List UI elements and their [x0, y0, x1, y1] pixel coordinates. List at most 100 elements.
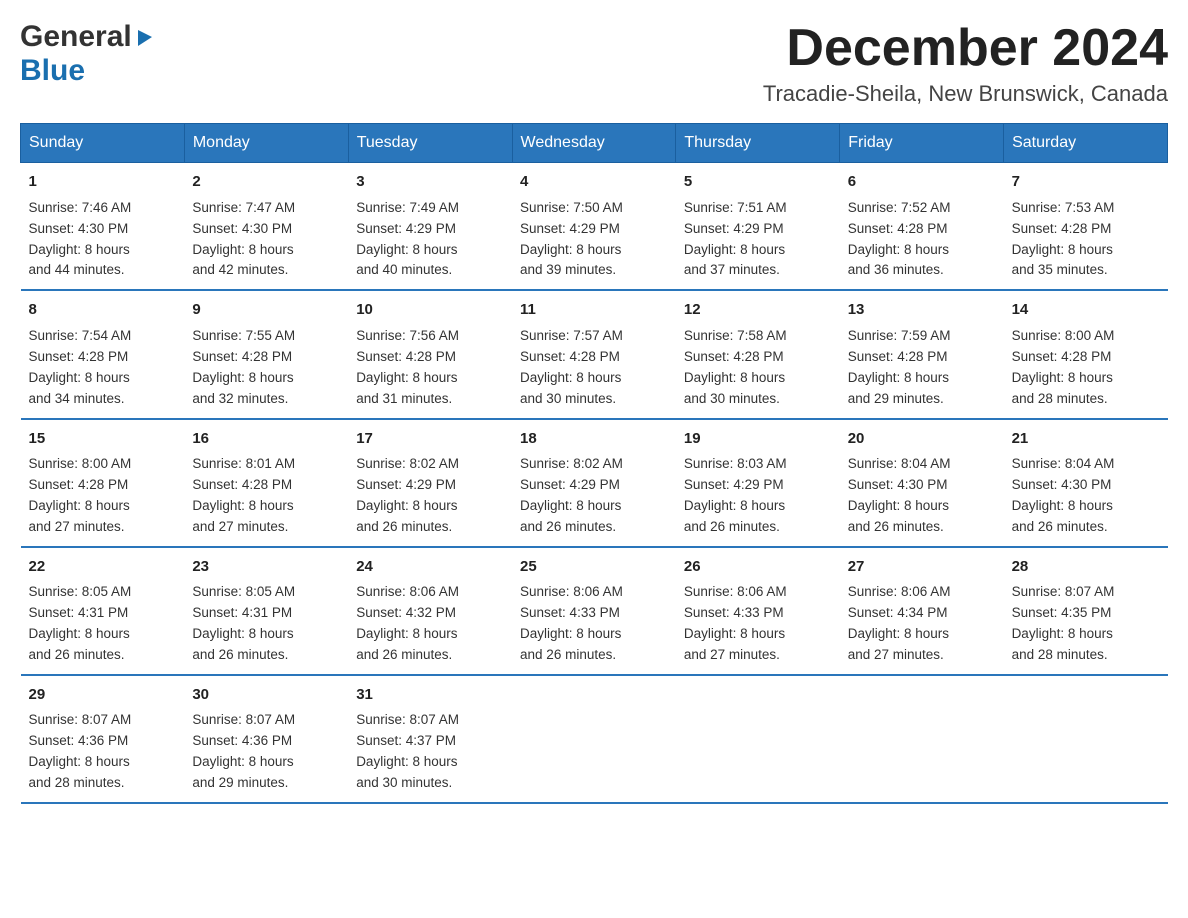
col-monday: Monday	[184, 124, 348, 163]
col-thursday: Thursday	[676, 124, 840, 163]
day-number: 10	[356, 299, 504, 322]
table-row: 26 Sunrise: 8:06 AMSunset: 4:33 PMDaylig…	[676, 547, 840, 675]
location-title: Tracadie-Sheila, New Brunswick, Canada	[763, 81, 1168, 107]
day-info: Sunrise: 7:57 AMSunset: 4:28 PMDaylight:…	[520, 328, 623, 406]
calendar-week-row: 15 Sunrise: 8:00 AMSunset: 4:28 PMDaylig…	[21, 419, 1168, 547]
table-row: 22 Sunrise: 8:05 AMSunset: 4:31 PMDaylig…	[21, 547, 185, 675]
day-info: Sunrise: 7:53 AMSunset: 4:28 PMDaylight:…	[1012, 200, 1115, 278]
logo-triangle-icon	[134, 26, 156, 53]
table-row: 6 Sunrise: 7:52 AMSunset: 4:28 PMDayligh…	[840, 163, 1004, 291]
day-number: 31	[356, 684, 504, 707]
day-info: Sunrise: 7:55 AMSunset: 4:28 PMDaylight:…	[192, 328, 295, 406]
day-info: Sunrise: 8:07 AMSunset: 4:36 PMDaylight:…	[192, 712, 295, 790]
table-row: 25 Sunrise: 8:06 AMSunset: 4:33 PMDaylig…	[512, 547, 676, 675]
day-info: Sunrise: 7:56 AMSunset: 4:28 PMDaylight:…	[356, 328, 459, 406]
day-info: Sunrise: 8:06 AMSunset: 4:33 PMDaylight:…	[520, 584, 623, 662]
table-row: 9 Sunrise: 7:55 AMSunset: 4:28 PMDayligh…	[184, 290, 348, 418]
table-row	[840, 675, 1004, 803]
day-info: Sunrise: 8:06 AMSunset: 4:32 PMDaylight:…	[356, 584, 459, 662]
table-row: 5 Sunrise: 7:51 AMSunset: 4:29 PMDayligh…	[676, 163, 840, 291]
day-info: Sunrise: 8:03 AMSunset: 4:29 PMDaylight:…	[684, 456, 787, 534]
col-tuesday: Tuesday	[348, 124, 512, 163]
table-row: 31 Sunrise: 8:07 AMSunset: 4:37 PMDaylig…	[348, 675, 512, 803]
day-info: Sunrise: 7:54 AMSunset: 4:28 PMDaylight:…	[29, 328, 132, 406]
day-number: 15	[29, 428, 177, 451]
logo-blue-text: Blue	[20, 54, 85, 88]
table-row: 13 Sunrise: 7:59 AMSunset: 4:28 PMDaylig…	[840, 290, 1004, 418]
table-row: 23 Sunrise: 8:05 AMSunset: 4:31 PMDaylig…	[184, 547, 348, 675]
day-number: 30	[192, 684, 340, 707]
day-info: Sunrise: 8:02 AMSunset: 4:29 PMDaylight:…	[356, 456, 459, 534]
day-number: 12	[684, 299, 832, 322]
day-info: Sunrise: 7:51 AMSunset: 4:29 PMDaylight:…	[684, 200, 787, 278]
day-info: Sunrise: 8:05 AMSunset: 4:31 PMDaylight:…	[192, 584, 295, 662]
calendar-week-row: 1 Sunrise: 7:46 AMSunset: 4:30 PMDayligh…	[21, 163, 1168, 291]
day-number: 23	[192, 556, 340, 579]
day-number: 6	[848, 171, 996, 194]
calendar-header-row: Sunday Monday Tuesday Wednesday Thursday…	[21, 124, 1168, 163]
day-info: Sunrise: 7:58 AMSunset: 4:28 PMDaylight:…	[684, 328, 787, 406]
day-number: 9	[192, 299, 340, 322]
day-number: 16	[192, 428, 340, 451]
logo-general-text: General	[20, 20, 132, 54]
table-row: 15 Sunrise: 8:00 AMSunset: 4:28 PMDaylig…	[21, 419, 185, 547]
day-number: 2	[192, 171, 340, 194]
day-number: 11	[520, 299, 668, 322]
day-info: Sunrise: 8:07 AMSunset: 4:37 PMDaylight:…	[356, 712, 459, 790]
table-row: 12 Sunrise: 7:58 AMSunset: 4:28 PMDaylig…	[676, 290, 840, 418]
table-row: 4 Sunrise: 7:50 AMSunset: 4:29 PMDayligh…	[512, 163, 676, 291]
table-row	[1004, 675, 1168, 803]
table-row: 20 Sunrise: 8:04 AMSunset: 4:30 PMDaylig…	[840, 419, 1004, 547]
day-number: 29	[29, 684, 177, 707]
day-number: 3	[356, 171, 504, 194]
day-number: 1	[29, 171, 177, 194]
table-row: 28 Sunrise: 8:07 AMSunset: 4:35 PMDaylig…	[1004, 547, 1168, 675]
table-row: 29 Sunrise: 8:07 AMSunset: 4:36 PMDaylig…	[21, 675, 185, 803]
table-row: 3 Sunrise: 7:49 AMSunset: 4:29 PMDayligh…	[348, 163, 512, 291]
day-info: Sunrise: 8:02 AMSunset: 4:29 PMDaylight:…	[520, 456, 623, 534]
day-info: Sunrise: 7:50 AMSunset: 4:29 PMDaylight:…	[520, 200, 623, 278]
day-info: Sunrise: 7:47 AMSunset: 4:30 PMDaylight:…	[192, 200, 295, 278]
calendar-week-row: 22 Sunrise: 8:05 AMSunset: 4:31 PMDaylig…	[21, 547, 1168, 675]
day-number: 13	[848, 299, 996, 322]
page-header: General Blue December 2024 Tracadie-Shei…	[20, 20, 1168, 107]
day-info: Sunrise: 8:01 AMSunset: 4:28 PMDaylight:…	[192, 456, 295, 534]
table-row: 1 Sunrise: 7:46 AMSunset: 4:30 PMDayligh…	[21, 163, 185, 291]
table-row: 24 Sunrise: 8:06 AMSunset: 4:32 PMDaylig…	[348, 547, 512, 675]
logo: General Blue	[20, 20, 156, 88]
table-row	[512, 675, 676, 803]
table-row: 16 Sunrise: 8:01 AMSunset: 4:28 PMDaylig…	[184, 419, 348, 547]
day-info: Sunrise: 8:06 AMSunset: 4:33 PMDaylight:…	[684, 584, 787, 662]
table-row: 7 Sunrise: 7:53 AMSunset: 4:28 PMDayligh…	[1004, 163, 1168, 291]
col-wednesday: Wednesday	[512, 124, 676, 163]
day-info: Sunrise: 8:06 AMSunset: 4:34 PMDaylight:…	[848, 584, 951, 662]
month-title: December 2024	[763, 20, 1168, 77]
table-row: 2 Sunrise: 7:47 AMSunset: 4:30 PMDayligh…	[184, 163, 348, 291]
day-info: Sunrise: 7:46 AMSunset: 4:30 PMDaylight:…	[29, 200, 132, 278]
col-friday: Friday	[840, 124, 1004, 163]
day-number: 27	[848, 556, 996, 579]
day-info: Sunrise: 8:00 AMSunset: 4:28 PMDaylight:…	[29, 456, 132, 534]
day-number: 22	[29, 556, 177, 579]
table-row: 30 Sunrise: 8:07 AMSunset: 4:36 PMDaylig…	[184, 675, 348, 803]
day-number: 24	[356, 556, 504, 579]
day-info: Sunrise: 7:52 AMSunset: 4:28 PMDaylight:…	[848, 200, 951, 278]
day-number: 28	[1012, 556, 1160, 579]
day-number: 18	[520, 428, 668, 451]
calendar-week-row: 8 Sunrise: 7:54 AMSunset: 4:28 PMDayligh…	[21, 290, 1168, 418]
day-number: 7	[1012, 171, 1160, 194]
table-row: 10 Sunrise: 7:56 AMSunset: 4:28 PMDaylig…	[348, 290, 512, 418]
day-number: 5	[684, 171, 832, 194]
day-number: 14	[1012, 299, 1160, 322]
col-sunday: Sunday	[21, 124, 185, 163]
title-area: December 2024 Tracadie-Sheila, New Bruns…	[763, 20, 1168, 107]
col-saturday: Saturday	[1004, 124, 1168, 163]
calendar-week-row: 29 Sunrise: 8:07 AMSunset: 4:36 PMDaylig…	[21, 675, 1168, 803]
day-number: 17	[356, 428, 504, 451]
day-info: Sunrise: 8:07 AMSunset: 4:36 PMDaylight:…	[29, 712, 132, 790]
table-row: 19 Sunrise: 8:03 AMSunset: 4:29 PMDaylig…	[676, 419, 840, 547]
table-row: 21 Sunrise: 8:04 AMSunset: 4:30 PMDaylig…	[1004, 419, 1168, 547]
table-row: 17 Sunrise: 8:02 AMSunset: 4:29 PMDaylig…	[348, 419, 512, 547]
day-number: 26	[684, 556, 832, 579]
day-number: 20	[848, 428, 996, 451]
